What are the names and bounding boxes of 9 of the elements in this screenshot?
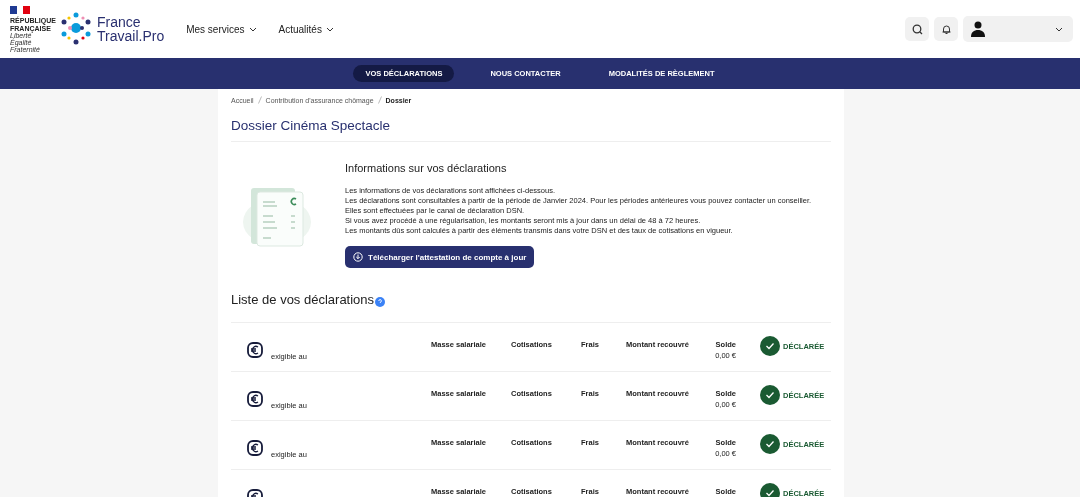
brand-name: France <box>97 15 142 29</box>
brand-name: Travail <box>97 29 139 43</box>
download-button[interactable]: Télécharger l'attestation de compte à jour <box>345 246 535 268</box>
page-title: Dossier Cinéma Spectacle <box>231 118 831 142</box>
menu-link[interactable]: Actualités <box>278 23 334 35</box>
section-heading: Liste de vos déclarations <box>231 292 375 307</box>
menu-link[interactable]: Mes services <box>186 23 257 35</box>
section-heading: Informations sur vos déclarations <box>345 162 508 174</box>
brand-suffix: .Pro <box>138 29 165 43</box>
